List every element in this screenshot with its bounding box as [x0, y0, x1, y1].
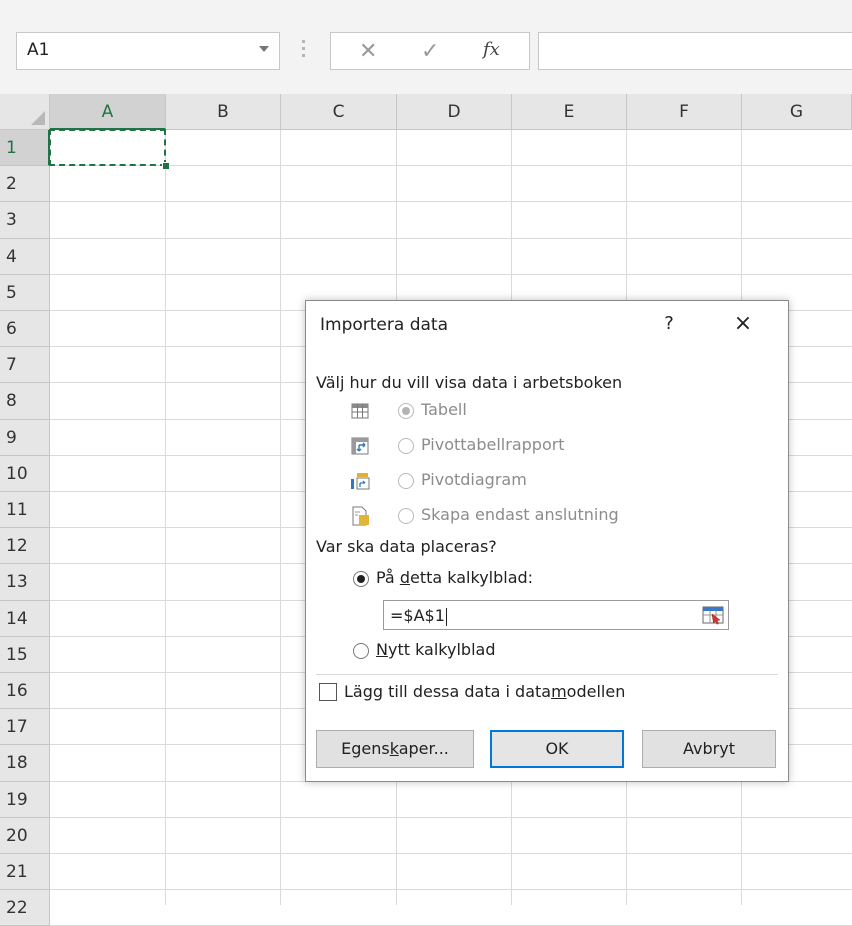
cancel-button[interactable]: Avbryt — [642, 730, 776, 768]
ok-button[interactable]: OK — [490, 730, 624, 768]
grid-row-line — [50, 889, 852, 890]
row-header-15[interactable]: 15 — [0, 637, 50, 673]
insert-function-button[interactable]: fx — [483, 39, 500, 60]
check-icon[interactable]: ✓ — [421, 39, 439, 64]
option-table-label: Tabell — [421, 400, 467, 419]
column-header-a[interactable]: A — [50, 94, 166, 130]
column-header-b[interactable]: B — [166, 94, 281, 130]
radio-existing-sheet[interactable] — [353, 571, 369, 587]
grid-row-line — [50, 274, 852, 275]
properties-button[interactable]: Egenskaper... — [316, 730, 474, 768]
grid-row-line — [50, 165, 852, 166]
name-box-value: A1 — [27, 40, 50, 60]
grid-column-line — [280, 130, 281, 905]
row-header-14[interactable]: 14 — [0, 601, 50, 637]
row-header-1[interactable]: 1 — [0, 130, 50, 166]
row-header-9[interactable]: 9 — [0, 420, 50, 456]
separator — [316, 674, 778, 675]
reference-value: =$A$1 — [390, 606, 447, 626]
pivotchart-icon — [351, 473, 370, 490]
dialog-title: Importera data — [320, 315, 448, 335]
column-header-c[interactable]: C — [281, 94, 397, 130]
fill-handle[interactable] — [162, 162, 170, 170]
new-sheet-label: Nytt kalkylblad — [376, 640, 496, 659]
radio-pivottable[interactable] — [398, 438, 414, 454]
radio-connection-only[interactable] — [398, 508, 414, 524]
row-header-17[interactable]: 17 — [0, 709, 50, 745]
select-all-icon — [31, 111, 45, 125]
reference-input[interactable]: =$A$1 — [383, 600, 729, 630]
connection-icon — [352, 506, 369, 526]
ribbon-edge — [0, 0, 852, 12]
row-header-21[interactable]: 21 — [0, 854, 50, 890]
resize-handle[interactable] — [302, 40, 305, 62]
grid-row-line — [50, 238, 852, 239]
row-header-2[interactable]: 2 — [0, 166, 50, 202]
placement-section-label: Var ska data placeras? — [316, 537, 497, 556]
table-icon — [351, 403, 369, 419]
column-header-f[interactable]: F — [627, 94, 742, 130]
option-pivottable-label: Pivottabellrapport — [421, 435, 565, 454]
active-cell[interactable] — [49, 129, 166, 166]
row-header-13[interactable]: 13 — [0, 564, 50, 601]
help-button[interactable]: ? — [654, 309, 684, 339]
row-header-12[interactable]: 12 — [0, 528, 50, 564]
close-icon[interactable]: ✕ — [359, 39, 377, 64]
collapse-dialog-icon[interactable] — [702, 605, 724, 625]
option-connection-label: Skapa endast anslutning — [421, 505, 619, 524]
data-model-checkbox[interactable] — [319, 683, 337, 701]
chevron-down-icon[interactable] — [259, 46, 269, 52]
row-header-19[interactable]: 19 — [0, 782, 50, 818]
radio-pivotchart[interactable] — [398, 473, 414, 489]
data-model-label: Lägg till dessa data i datamodellen — [344, 682, 626, 701]
view-section-label: Välj hur du vill visa data i arbetsboken — [316, 373, 623, 392]
formula-input[interactable] — [538, 32, 852, 70]
column-header-g[interactable]: G — [742, 94, 852, 130]
option-pivotchart-label: Pivotdiagram — [421, 470, 527, 489]
row-header-3[interactable]: 3 — [0, 202, 50, 239]
grid-row-line — [50, 853, 852, 854]
formula-buttons: ✕ ✓ fx — [330, 32, 530, 70]
radio-table[interactable] — [398, 403, 414, 419]
row-header-6[interactable]: 6 — [0, 311, 50, 347]
row-header-7[interactable]: 7 — [0, 347, 50, 383]
radio-new-sheet[interactable] — [353, 643, 369, 659]
row-header-11[interactable]: 11 — [0, 492, 50, 528]
column-header-e[interactable]: E — [512, 94, 627, 130]
row-header-5[interactable]: 5 — [0, 275, 50, 311]
row-header-16[interactable]: 16 — [0, 673, 50, 709]
grid-row-line — [50, 817, 852, 818]
pivottable-icon — [351, 437, 369, 455]
grid-row-line — [50, 201, 852, 202]
existing-sheet-label: På detta kalkylblad: — [376, 568, 534, 587]
select-all-corner[interactable] — [0, 94, 50, 130]
close-button[interactable]: × — [726, 309, 760, 339]
name-box[interactable]: A1 — [16, 32, 280, 70]
row-header-10[interactable]: 10 — [0, 456, 50, 492]
grid-column-line — [165, 130, 166, 905]
column-header-d[interactable]: D — [397, 94, 512, 130]
row-header-22[interactable]: 22 — [0, 890, 50, 926]
row-header-20[interactable]: 20 — [0, 818, 50, 854]
row-header-8[interactable]: 8 — [0, 383, 50, 420]
row-header-4[interactable]: 4 — [0, 239, 50, 275]
import-data-dialog: Importera data ? × Välj hur du vill visa… — [305, 300, 789, 782]
row-header-18[interactable]: 18 — [0, 745, 50, 782]
